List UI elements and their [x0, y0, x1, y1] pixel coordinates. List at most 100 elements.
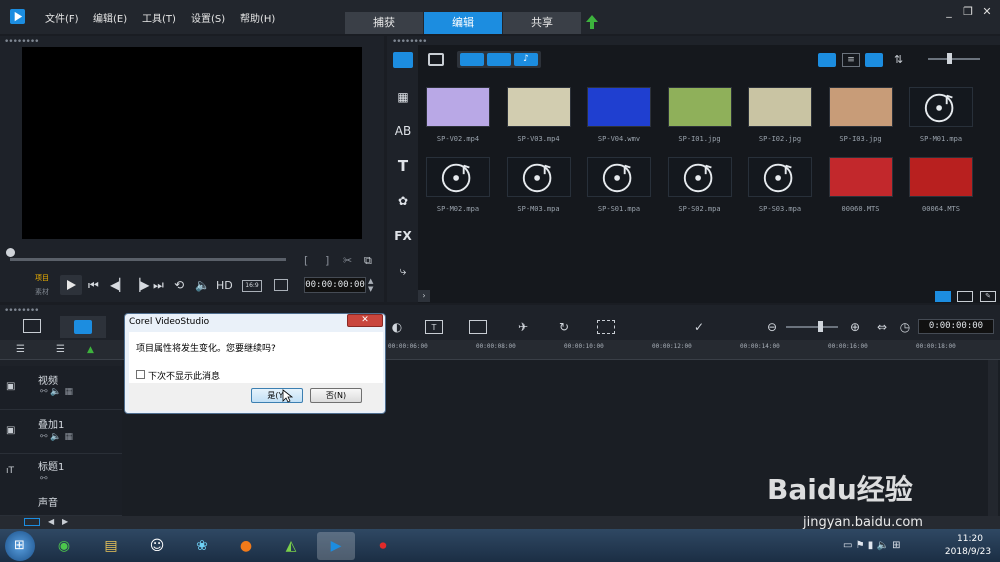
- library-thumbnail[interactable]: [748, 157, 812, 197]
- volume-icon[interactable]: 🔈: [195, 278, 210, 292]
- prev-frame-icon[interactable]: ◀▏: [110, 278, 128, 292]
- library-thumbnail[interactable]: [909, 87, 973, 127]
- library-layout-icon-1[interactable]: [935, 291, 951, 302]
- taskbar-videostudio-icon[interactable]: ▶: [317, 532, 355, 560]
- show-audio-icon[interactable]: ♪: [514, 53, 538, 66]
- go-start-icon[interactable]: ⏮: [88, 278, 99, 293]
- timeline-scroll-thumb[interactable]: [24, 518, 40, 526]
- scrubber-bar[interactable]: [10, 258, 286, 261]
- show-photo-icon[interactable]: [487, 53, 511, 66]
- taskbar-app-360-icon[interactable]: ◉: [45, 532, 83, 560]
- library-thumbnail[interactable]: [426, 87, 490, 127]
- menu-edit[interactable]: 编辑(E): [93, 10, 127, 25]
- library-thumbnail[interactable]: [667, 157, 732, 197]
- screen-capture-icon[interactable]: [597, 320, 615, 334]
- scissors-icon[interactable]: ✂: [343, 254, 352, 267]
- timeline-scrollbar[interactable]: [988, 360, 998, 516]
- repeat-icon[interactable]: ⟲: [174, 278, 184, 292]
- enlarge-icon[interactable]: ⧉: [364, 254, 372, 268]
- library-thumbnail[interactable]: [909, 157, 973, 197]
- player-timecode[interactable]: 00:00:00:00: [304, 277, 366, 293]
- sound-mixer-icon[interactable]: ◐: [388, 320, 406, 334]
- title-link-icon[interactable]: ⚯: [40, 474, 48, 484]
- timecode-stepper-icon[interactable]: ▲ ▼: [368, 277, 373, 293]
- graphics-icon[interactable]: ✿: [394, 192, 412, 210]
- taskbar-app2-icon[interactable]: ◭: [272, 532, 310, 560]
- yes-button[interactable]: 是(Y): [251, 388, 303, 403]
- transition-icon[interactable]: AB: [394, 122, 412, 140]
- restore-icon[interactable]: ❐: [961, 6, 975, 18]
- fx-filter-icon[interactable]: FX: [394, 227, 412, 245]
- library-thumbnail[interactable]: [667, 87, 732, 127]
- library-thumbnail[interactable]: [506, 157, 571, 197]
- scroll-right-icon[interactable]: ▶: [62, 517, 68, 526]
- add-track-icon[interactable]: ▲: [87, 345, 94, 355]
- scroll-left-icon[interactable]: ◀: [48, 517, 54, 526]
- tab-edit[interactable]: 编辑: [424, 12, 502, 34]
- timeline-timecode[interactable]: 0:00:00:00: [918, 319, 994, 334]
- mark-in-icon[interactable]: [: [304, 254, 308, 267]
- library-layout-icon-2[interactable]: [957, 291, 973, 302]
- menu-file[interactable]: 文件(F): [45, 10, 79, 25]
- crop-icon[interactable]: [274, 279, 288, 291]
- fit-project-icon[interactable]: ⇔: [873, 320, 891, 334]
- library-thumbnail[interactable]: [587, 87, 651, 127]
- storyboard-view-icon[interactable]: [23, 319, 41, 333]
- menu-help[interactable]: 帮助(H): [240, 10, 275, 25]
- next-frame-icon[interactable]: ▕▶: [131, 278, 149, 292]
- thumbnail-view-icon[interactable]: [818, 53, 836, 67]
- chapter-point-icon[interactable]: ☰: [56, 344, 65, 355]
- minimize-icon[interactable]: _: [942, 6, 956, 18]
- sort-icon[interactable]: ⇅: [894, 53, 903, 66]
- thumb-size-handle-icon[interactable]: [947, 53, 952, 64]
- dialog-close-button[interactable]: ✕: [347, 314, 383, 327]
- zoom-out-icon[interactable]: ⊖: [763, 320, 781, 334]
- go-end-icon[interactable]: ⏭: [153, 278, 164, 293]
- taskbar-app-icon[interactable]: ❀: [183, 532, 221, 560]
- grid-view-icon[interactable]: [865, 53, 883, 67]
- menu-tools[interactable]: 工具(T): [142, 10, 176, 25]
- multi-camera-icon[interactable]: [469, 320, 487, 334]
- scrubber-handle-icon[interactable]: [6, 248, 15, 257]
- library-thumbnail[interactable]: [426, 157, 490, 197]
- zoom-slider[interactable]: [786, 326, 838, 328]
- mark-out-icon[interactable]: ]: [325, 254, 329, 267]
- tab-share[interactable]: 共享: [503, 12, 581, 34]
- project-duration-icon[interactable]: ◷: [896, 320, 914, 334]
- show-video-icon[interactable]: [460, 53, 484, 66]
- expand-library-icon[interactable]: ›: [418, 290, 430, 302]
- tab-capture[interactable]: 捕获: [345, 12, 423, 34]
- library-thumbnail[interactable]: [748, 87, 812, 127]
- taskbar-qq-icon[interactable]: ☺: [138, 532, 176, 560]
- library-thumbnail[interactable]: [506, 87, 571, 127]
- taskbar-firefox-icon[interactable]: ●: [227, 532, 265, 560]
- link-icon[interactable]: ⚯ 🔈 ▦: [40, 387, 73, 397]
- mode-clip[interactable]: 素材: [35, 287, 49, 297]
- library-options-icon[interactable]: ✎: [980, 291, 996, 302]
- zoom-in-icon[interactable]: ⊕: [846, 320, 864, 334]
- instant-project-icon[interactable]: ▦: [394, 88, 412, 106]
- zoom-handle-icon[interactable]: [818, 321, 823, 332]
- library-thumbnail[interactable]: [828, 87, 893, 127]
- taskbar-explorer-icon[interactable]: ▤: [92, 532, 130, 560]
- motion-tracking-icon[interactable]: ✈: [514, 320, 532, 334]
- taskbar-recorder-icon[interactable]: ⏺: [364, 532, 402, 560]
- aspect-ratio-button[interactable]: 16:9: [242, 280, 262, 292]
- tray-icons[interactable]: ▭ ⚑ ▮ 🔈 ⊞: [843, 540, 900, 551]
- auto-music-icon[interactable]: ↻: [555, 320, 573, 334]
- upload-arrow-icon[interactable]: [585, 14, 599, 30]
- library-thumbnail[interactable]: [828, 157, 893, 197]
- dont-show-checkbox[interactable]: [136, 370, 145, 379]
- title-icon[interactable]: T: [394, 157, 412, 175]
- media-library-icon[interactable]: [393, 52, 413, 68]
- overlay-controls-icon[interactable]: ⚯ 🔈 ▦: [40, 432, 73, 442]
- thumb-size-slider[interactable]: [928, 58, 980, 60]
- smart-package-icon[interactable]: ✓: [690, 320, 708, 334]
- close-icon[interactable]: ✕: [980, 6, 994, 18]
- library-thumbnail[interactable]: [587, 157, 651, 197]
- title-editor-icon[interactable]: T: [425, 320, 443, 334]
- add-folder-icon[interactable]: [428, 53, 444, 66]
- mode-project[interactable]: 项目: [35, 273, 49, 283]
- no-button[interactable]: 否(N): [310, 388, 362, 403]
- list-view-icon[interactable]: ≡: [842, 53, 860, 67]
